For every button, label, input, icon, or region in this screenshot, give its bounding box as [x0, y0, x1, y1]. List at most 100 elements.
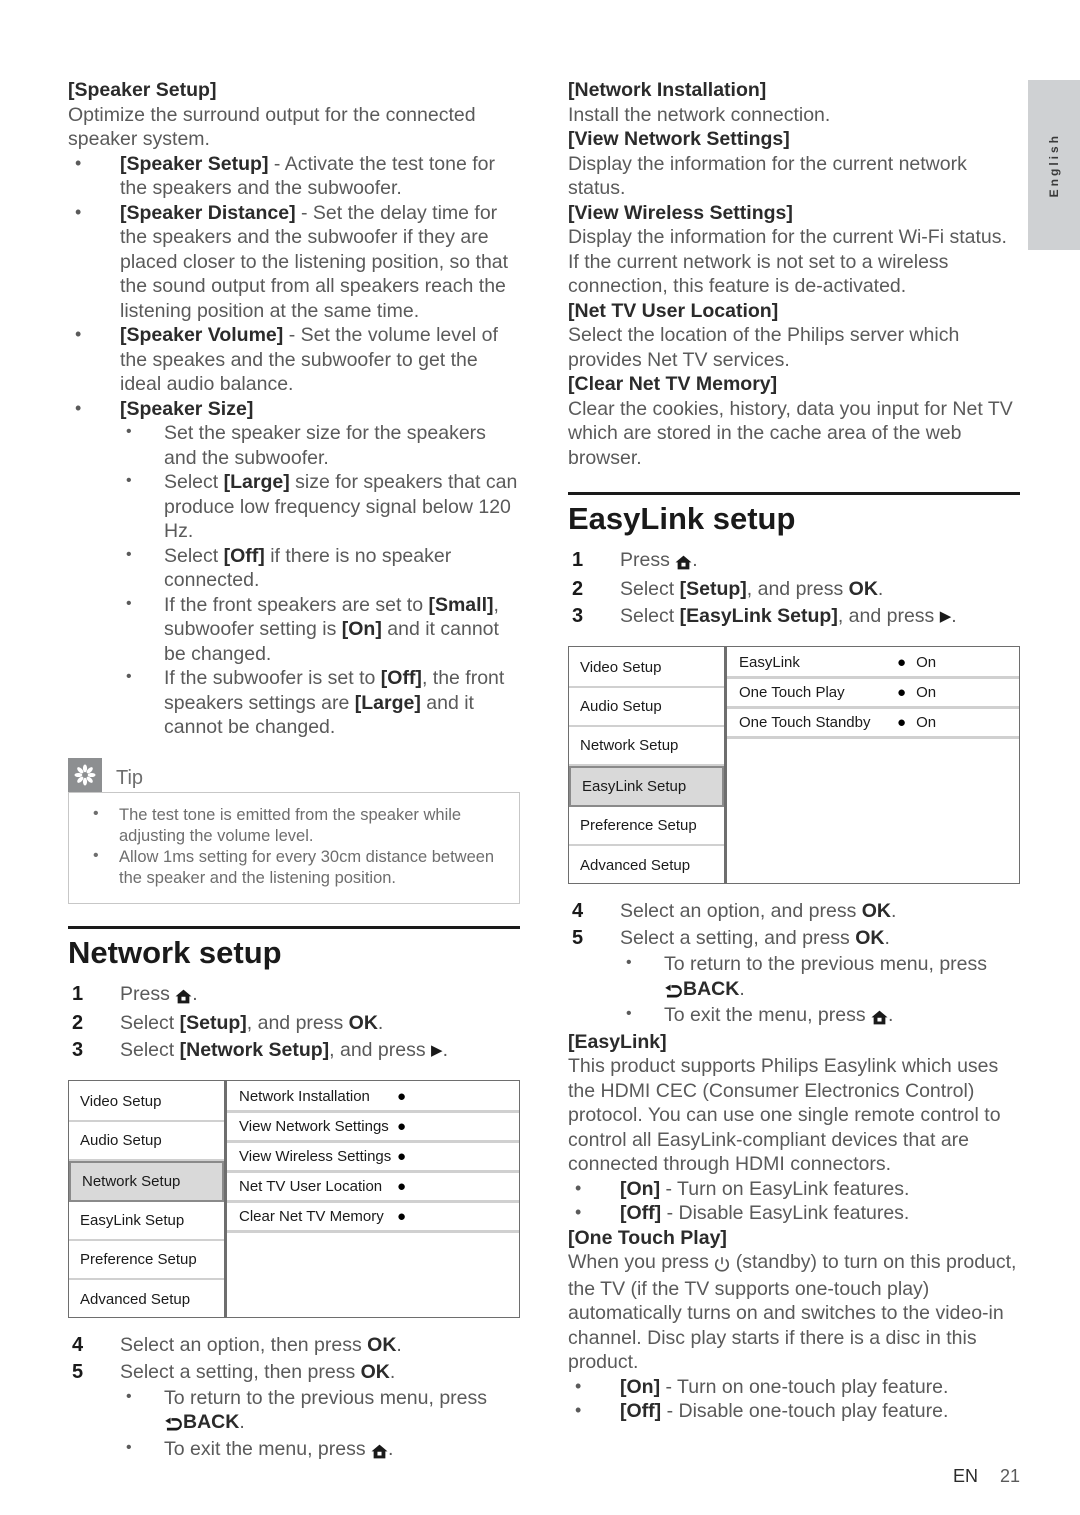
bullet-dot-icon: ● [897, 684, 907, 701]
step-number: 3 [572, 605, 584, 627]
menu-row-value-group: ● [397, 1179, 509, 1194]
sub-bullet-text-end: . [388, 1437, 394, 1460]
step-text: Select [120, 1011, 180, 1034]
list-item: If the front speakers are set to [Small]… [120, 592, 520, 667]
step-key: OK [848, 578, 878, 600]
step-term: [Setup] [179, 1011, 247, 1034]
bullet-dot-icon: ● [397, 1207, 407, 1225]
menu-row-label: View Network Settings [239, 1117, 389, 1135]
menu-row-value-group: ● On [897, 654, 1009, 671]
step-5: 5 Select a setting, and press OK. To retu… [568, 925, 1020, 1030]
sub-bullet-text: To exit the menu, press [164, 1437, 372, 1460]
step-1: 1 Press . [568, 547, 1020, 576]
step-text-end: . [377, 1011, 384, 1034]
tip-body: The test tone is emitted from the speake… [68, 791, 520, 904]
one-touch-play-body: When you press (standby) to turn on this… [568, 1250, 1020, 1375]
network-setup-steps-after: 4 Select an option, then press OK. 5 Selec… [68, 1332, 520, 1464]
network-setup-sub-bullets: To return to the previous menu, press BA… [120, 1385, 520, 1464]
step-key: OK [348, 1011, 378, 1034]
right-arrow-icon: ▶ [939, 608, 952, 625]
language-tab-label: English [1047, 132, 1061, 198]
step-term: [EasyLink Setup] [679, 605, 838, 627]
menu-row[interactable]: One Touch Standby ● On [727, 709, 1019, 739]
step-text: Select an option, and press [620, 900, 862, 922]
menu-item-video-setup[interactable]: Video Setup [69, 1083, 224, 1122]
menu-row[interactable]: EasyLink ● On [727, 649, 1019, 679]
menu-row-label: EasyLink [739, 654, 800, 671]
step-text: Press [120, 982, 176, 1005]
list-item: Select [Off] if there is no speaker conn… [120, 543, 520, 593]
right-arrow-icon: ▶ [431, 1041, 443, 1059]
menu-right-panel: Network Installation ● View Network Sett… [227, 1081, 519, 1317]
step-key: OK [367, 1333, 397, 1356]
page-footer: EN 21 [953, 1466, 1020, 1487]
bullet-term: [Speaker Setup] [120, 152, 269, 175]
step-3: 3 Select [Network Setup], and press ▶. [68, 1037, 520, 1064]
menu-row[interactable]: Net TV User Location ● [227, 1173, 519, 1203]
bullet-term: [On] [620, 1177, 661, 1200]
step-text-end: . [951, 605, 957, 627]
menu-item-preference-setup[interactable]: Preference Setup [69, 1241, 224, 1280]
menu-row[interactable]: One Touch Play ● On [727, 679, 1019, 709]
step-3: 3 Select [EasyLink Setup], and press ▶. [568, 603, 1020, 630]
menu-item-audio-setup[interactable]: Audio Setup [69, 1122, 224, 1161]
menu-item-audio-setup[interactable]: Audio Setup [569, 688, 724, 727]
home-icon [175, 983, 192, 1010]
standby-power-icon [714, 1252, 730, 1277]
menu-item-network-setup[interactable]: Network Setup [569, 727, 724, 766]
step-text: Select [620, 605, 680, 627]
menu-row-value: On [916, 654, 937, 671]
step-text-end: . [389, 1360, 396, 1383]
sub-bullet-text-end: . [239, 1411, 245, 1433]
menu-item-network-setup[interactable]: Network Setup [69, 1160, 224, 1202]
left-column: [Speaker Setup] Optimize the surround ou… [68, 78, 520, 1463]
language-tab: English [1028, 80, 1080, 250]
menu-item-advanced-setup[interactable]: Advanced Setup [69, 1280, 224, 1319]
menu-row[interactable]: Clear Net TV Memory ● [227, 1203, 519, 1233]
menu-item-easylink-setup[interactable]: EasyLink Setup [569, 766, 724, 807]
menu-row[interactable]: View Wireless Settings ● [227, 1143, 519, 1173]
step-number: 2 [72, 1011, 84, 1034]
list-item: Set the speaker size for the speakers an… [120, 420, 520, 470]
step-text: Select a setting, then press [120, 1360, 361, 1383]
right-column: [Network Installation] Install the netwo… [568, 78, 1020, 1424]
step-5: 5 Select a setting, then press OK. To ret… [68, 1359, 520, 1464]
menu-row-value: On [916, 714, 937, 731]
menu-left-panel: Video Setup Audio Setup Network Setup Ea… [569, 647, 727, 883]
menu-row-label: Clear Net TV Memory [239, 1207, 384, 1225]
bullet-dot-icon: ● [397, 1177, 407, 1195]
one-touch-play-body-start: When you press [568, 1251, 715, 1273]
list-item: To exit the menu, press . [620, 1002, 1020, 1030]
speaker-setup-bullets: [Speaker Setup] - Activate the test tone… [68, 151, 520, 740]
menu-item-easylink-setup[interactable]: EasyLink Setup [69, 1202, 224, 1241]
bullet-text: - Disable one-touch play feature. [661, 1400, 949, 1422]
menu-row[interactable]: Network Installation ● [227, 1083, 519, 1113]
menu-item-advanced-setup[interactable]: Advanced Setup [569, 846, 724, 885]
menu-row-label: Network Installation [239, 1087, 370, 1105]
sub-bullet-text: To return to the previous menu, press [164, 1386, 487, 1409]
easylink-setup-title: EasyLink setup [568, 501, 796, 536]
sub-bullet-text: To return to the previous menu, press [664, 953, 987, 975]
step-key: OK [360, 1360, 390, 1383]
bullet-text: - Turn on one-touch play feature. [660, 1375, 949, 1398]
view-network-settings-heading: [View Network Settings] [568, 128, 790, 150]
footer-locale: EN [952, 1466, 978, 1486]
step-key: OK [861, 900, 891, 922]
speaker-size-sub-bullets: Set the speaker size for the speakers an… [120, 420, 520, 740]
menu-row[interactable]: View Network Settings ● [227, 1113, 519, 1143]
list-item: Select [Large] size for speakers that ca… [120, 469, 520, 544]
menu-row-value: On [916, 684, 937, 701]
bullet-term: [Off] [620, 1400, 662, 1422]
step-number: 4 [72, 1333, 84, 1356]
step-number: 3 [72, 1038, 84, 1061]
step-text-end: . [396, 1333, 402, 1356]
step-text-mid: , and press [329, 1038, 432, 1061]
menu-row-label: Net TV User Location [239, 1177, 383, 1195]
back-arrow-icon [164, 1412, 183, 1437]
step-key: OK [855, 927, 885, 949]
menu-item-video-setup[interactable]: Video Setup [569, 649, 724, 688]
menu-item-preference-setup[interactable]: Preference Setup [569, 807, 724, 846]
list-item: If the subwoofer is set to [Off], the fr… [120, 665, 520, 740]
step-text-mid: , and press [246, 1011, 349, 1034]
list-item-speaker-size: [Speaker Size] Set the speaker size for … [68, 396, 520, 740]
